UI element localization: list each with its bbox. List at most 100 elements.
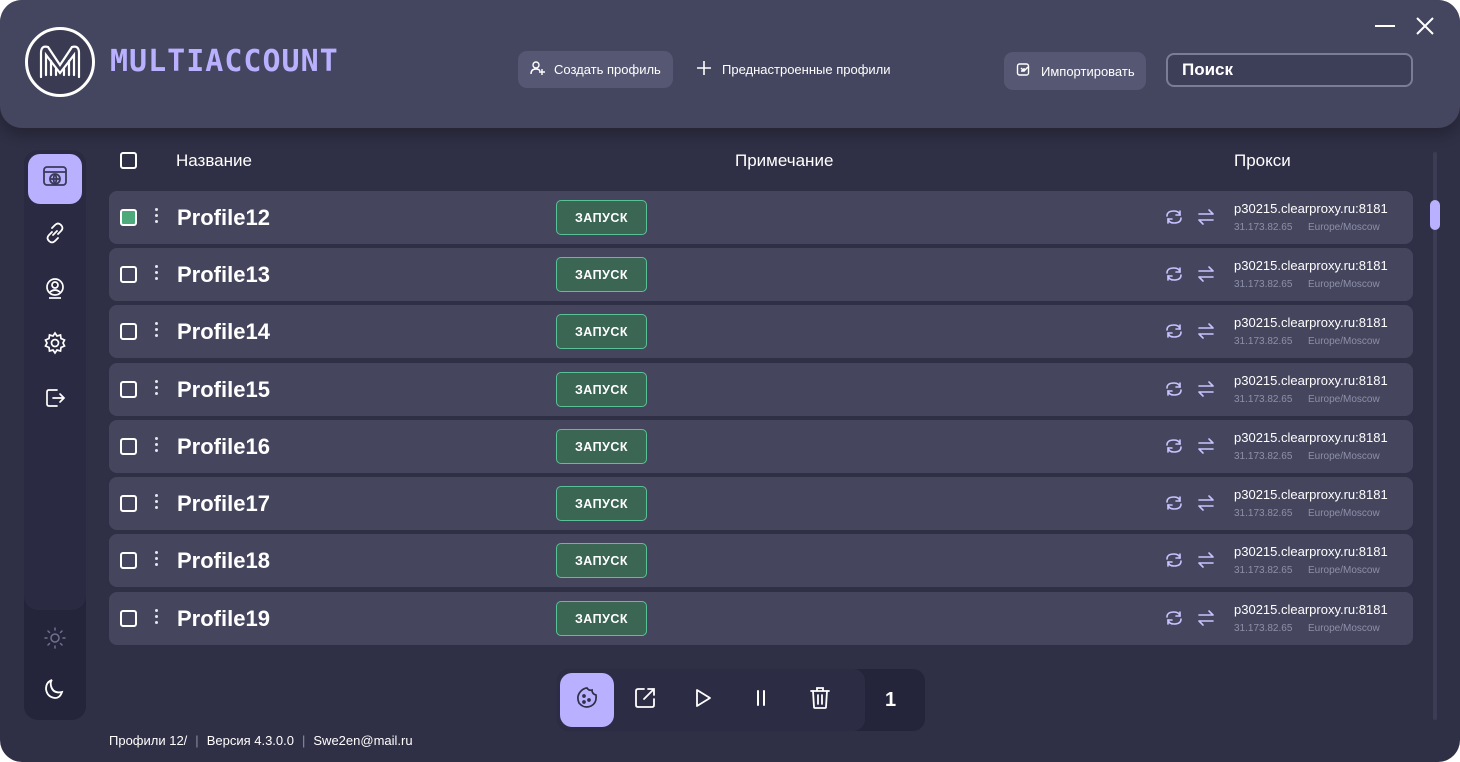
- proxy-host: p30215.clearproxy.ru:8181: [1234, 602, 1388, 617]
- light-theme-button[interactable]: [28, 615, 82, 665]
- row-checkbox[interactable]: [120, 381, 137, 398]
- table-row[interactable]: Profile15 ЗАПУСК p30215.clearproxy.ru:81…: [109, 363, 1413, 416]
- table-row[interactable]: Profile12 ЗАПУСК p30215.clearproxy.ru:81…: [109, 191, 1413, 244]
- table-row[interactable]: Profile16 ЗАПУСК p30215.clearproxy.ru:81…: [109, 420, 1413, 473]
- app-window: MULTIACCOUNT Создать профиль Преднастрое…: [0, 0, 1460, 762]
- launch-button[interactable]: ЗАПУСК: [556, 314, 647, 349]
- scrollbar-thumb[interactable]: [1430, 200, 1440, 230]
- start-button[interactable]: [676, 673, 730, 727]
- proxy-ip: 31.173.82.65: [1234, 394, 1293, 405]
- table-row[interactable]: Profile14 ЗАПУСК p30215.clearproxy.ru:81…: [109, 305, 1413, 358]
- logo-text: MULTIACCOUNT: [110, 44, 339, 79]
- footer-separator: |: [195, 733, 199, 748]
- sidebar-item-logout[interactable]: [28, 375, 82, 425]
- delete-button[interactable]: [793, 673, 847, 727]
- row-checkbox[interactable]: [120, 610, 137, 627]
- swap-proxy-icon[interactable]: [1196, 550, 1216, 570]
- row-menu-icon[interactable]: [153, 208, 159, 228]
- row-menu-icon[interactable]: [153, 551, 159, 571]
- launch-button[interactable]: ЗАПУСК: [556, 257, 647, 292]
- row-menu-icon[interactable]: [153, 322, 159, 342]
- launch-button[interactable]: ЗАПУСК: [556, 200, 647, 235]
- proxy-ip: 31.173.82.65: [1234, 565, 1293, 576]
- logout-icon: [43, 386, 67, 415]
- swap-proxy-icon[interactable]: [1196, 608, 1216, 628]
- row-menu-icon[interactable]: [153, 380, 159, 400]
- row-checkbox[interactable]: [120, 209, 137, 226]
- minimize-icon[interactable]: [1374, 15, 1396, 37]
- sidebar-item-settings[interactable]: [28, 320, 82, 370]
- profile-name: Profile12: [177, 205, 270, 230]
- trash-icon: [809, 686, 831, 715]
- launch-button[interactable]: ЗАПУСК: [556, 372, 647, 407]
- row-menu-icon[interactable]: [153, 265, 159, 285]
- row-checkbox[interactable]: [120, 323, 137, 340]
- proxy-ip: 31.173.82.65: [1234, 623, 1293, 634]
- swap-proxy-icon[interactable]: [1196, 379, 1216, 399]
- refresh-proxy-icon[interactable]: [1164, 550, 1184, 570]
- close-icon[interactable]: [1414, 15, 1436, 37]
- refresh-proxy-icon[interactable]: [1164, 321, 1184, 341]
- row-menu-icon[interactable]: [153, 437, 159, 457]
- select-all-checkbox[interactable]: [120, 152, 137, 169]
- column-header-name[interactable]: Название: [176, 151, 252, 171]
- user-email[interactable]: Swe2en@mail.ru: [313, 733, 412, 748]
- column-header-proxy[interactable]: Прокси: [1234, 151, 1291, 171]
- row-menu-icon[interactable]: [153, 494, 159, 514]
- scrollbar-track[interactable]: [1433, 152, 1437, 720]
- refresh-proxy-icon[interactable]: [1164, 379, 1184, 399]
- launch-button[interactable]: ЗАПУСК: [556, 601, 647, 636]
- row-checkbox[interactable]: [120, 552, 137, 569]
- proxy-host: p30215.clearproxy.ru:8181: [1234, 487, 1388, 502]
- proxy-host: p30215.clearproxy.ru:8181: [1234, 544, 1388, 559]
- table-row[interactable]: Profile13 ЗАПУСК p30215.clearproxy.ru:81…: [109, 248, 1413, 301]
- refresh-proxy-icon[interactable]: [1164, 493, 1184, 513]
- cookies-button[interactable]: [560, 673, 614, 727]
- swap-proxy-icon[interactable]: [1196, 321, 1216, 341]
- refresh-proxy-icon[interactable]: [1164, 608, 1184, 628]
- proxy-ip: 31.173.82.65: [1234, 279, 1293, 290]
- sidebar-item-links[interactable]: [28, 210, 82, 260]
- user-plus-icon: [530, 60, 546, 79]
- column-header-note[interactable]: Примечание: [735, 151, 833, 171]
- sidebar-item-accounts[interactable]: [28, 266, 82, 316]
- swap-proxy-icon[interactable]: [1196, 264, 1216, 284]
- preset-profiles-label: Преднастроенные профили: [722, 62, 891, 77]
- proxy-host: p30215.clearproxy.ru:8181: [1234, 373, 1388, 388]
- profile-name: Profile16: [177, 434, 270, 459]
- sun-icon: [44, 626, 66, 654]
- import-button[interactable]: Импортировать: [1004, 52, 1146, 90]
- external-link-icon: [633, 686, 657, 715]
- proxy-ip: 31.173.82.65: [1234, 508, 1293, 519]
- refresh-proxy-icon[interactable]: [1164, 436, 1184, 456]
- pause-button[interactable]: [734, 673, 788, 727]
- refresh-proxy-icon[interactable]: [1164, 264, 1184, 284]
- play-icon: [692, 687, 714, 714]
- launch-button[interactable]: ЗАПУСК: [556, 429, 647, 464]
- launch-button[interactable]: ЗАПУСК: [556, 486, 647, 521]
- row-checkbox[interactable]: [120, 495, 137, 512]
- refresh-proxy-icon[interactable]: [1164, 207, 1184, 227]
- row-checkbox[interactable]: [120, 438, 137, 455]
- row-checkbox[interactable]: [120, 266, 137, 283]
- footer-separator: |: [302, 733, 306, 748]
- swap-proxy-icon[interactable]: [1196, 493, 1216, 513]
- table-row[interactable]: Profile17 ЗАПУСК p30215.clearproxy.ru:81…: [109, 477, 1413, 530]
- launch-button[interactable]: ЗАПУСК: [556, 543, 647, 578]
- swap-proxy-icon[interactable]: [1196, 436, 1216, 456]
- proxy-timezone: Europe/Moscow: [1308, 623, 1380, 634]
- swap-proxy-icon[interactable]: [1196, 207, 1216, 227]
- row-menu-icon[interactable]: [153, 609, 159, 629]
- open-external-button[interactable]: [618, 673, 672, 727]
- user-bubble-icon: [44, 277, 66, 306]
- table-row[interactable]: Profile18 ЗАПУСК p30215.clearproxy.ru:81…: [109, 534, 1413, 587]
- proxy-timezone: Europe/Moscow: [1308, 394, 1380, 405]
- search-input[interactable]: [1166, 53, 1413, 87]
- dark-theme-button[interactable]: [28, 666, 82, 716]
- moon-icon: [43, 677, 67, 706]
- table-row[interactable]: Profile19 ЗАПУСК p30215.clearproxy.ru:81…: [109, 592, 1413, 645]
- sidebar-item-profiles[interactable]: [28, 154, 82, 204]
- proxy-timezone: Europe/Moscow: [1308, 279, 1380, 290]
- create-profile-button[interactable]: Создать профиль: [518, 51, 673, 88]
- preset-profiles-button[interactable]: Преднастроенные профили: [696, 51, 891, 88]
